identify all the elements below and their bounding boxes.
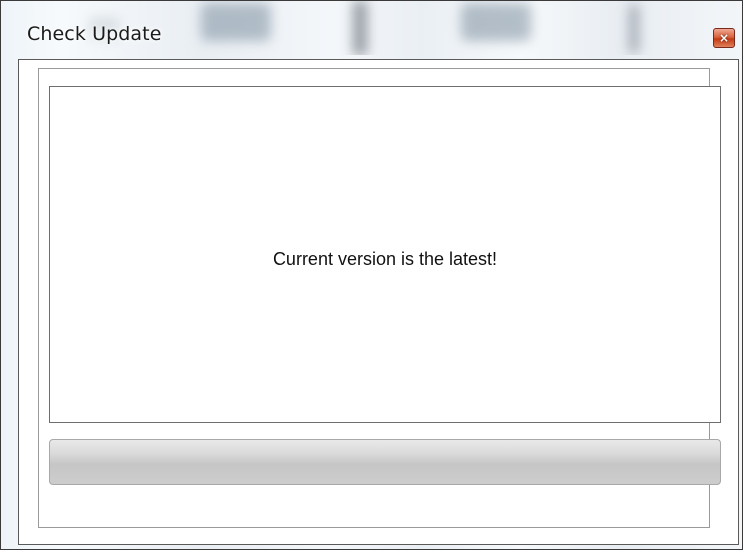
client-area: Current version is the latest! — [18, 59, 739, 545]
progress-bar — [49, 439, 721, 485]
content-group: Current version is the latest! — [38, 68, 721, 528]
title-bar[interactable]: Check Update × — [1, 1, 742, 55]
status-message: Current version is the latest! — [272, 249, 498, 269]
check-update-window: Check Update × Current version is the la… — [0, 0, 743, 550]
window-title: Check Update — [27, 23, 162, 45]
close-button[interactable]: × — [713, 28, 735, 48]
message-panel: Current version is the latest! — [49, 86, 721, 423]
close-icon: × — [718, 31, 730, 45]
